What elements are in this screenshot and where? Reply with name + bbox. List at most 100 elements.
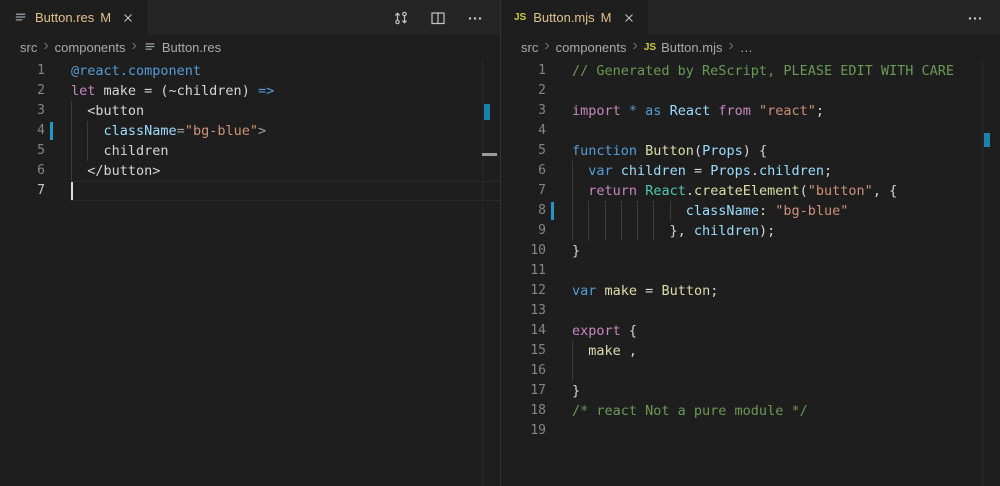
gutter xyxy=(546,361,572,381)
token: Button xyxy=(661,283,710,299)
line-number: 14 xyxy=(501,321,546,341)
code-line-2[interactable]: 2 xyxy=(501,81,1000,101)
line-number: 7 xyxy=(501,181,546,201)
token: children xyxy=(621,163,686,179)
token xyxy=(572,163,588,179)
compare-changes-icon[interactable] xyxy=(391,8,411,28)
token: className xyxy=(104,123,177,139)
tab-button-res[interactable]: Button.res M xyxy=(0,0,147,35)
code-line-6[interactable]: 6 </button> xyxy=(0,161,500,181)
code-editor-button-res[interactable]: 1@react.component2let make = (~children)… xyxy=(0,59,500,486)
gutter xyxy=(45,101,71,121)
code-line-1[interactable]: 1@react.component xyxy=(0,61,500,81)
line-content xyxy=(572,261,1000,281)
chevron-right-icon: › xyxy=(132,38,137,54)
line-number: 19 xyxy=(501,421,546,441)
gutter xyxy=(546,381,572,401)
code-line-16[interactable]: 16 xyxy=(501,361,1000,381)
code-line-10[interactable]: 10} xyxy=(501,241,1000,261)
git-modified-badge: M xyxy=(601,10,612,25)
token xyxy=(637,183,645,199)
breadcrumb-item-src[interactable]: src xyxy=(521,40,538,55)
token xyxy=(621,103,629,119)
token: : xyxy=(759,203,775,219)
code-line-2[interactable]: 2let make = (~children) => xyxy=(0,81,500,101)
token: React xyxy=(645,183,686,199)
token: ; xyxy=(824,163,832,179)
gutter xyxy=(45,81,71,101)
token: "bg-blue" xyxy=(775,203,848,219)
indent-guide xyxy=(637,201,638,221)
gutter xyxy=(546,81,572,101)
tab-label: Button.res xyxy=(35,10,94,25)
code-line-19[interactable]: 19 xyxy=(501,421,1000,441)
code-line-1[interactable]: 1// Generated by ReScript, PLEASE EDIT W… xyxy=(501,61,1000,81)
code-line-4[interactable]: 4 xyxy=(501,121,1000,141)
breadcrumb: src › components › Button.res xyxy=(0,35,500,59)
token: /* react Not a pure module */ xyxy=(572,403,808,419)
indent-guide xyxy=(87,141,88,161)
gutter xyxy=(45,141,71,161)
close-icon[interactable] xyxy=(619,8,639,28)
overview-ruler-border xyxy=(482,59,483,486)
breadcrumb-item-components[interactable]: components xyxy=(55,40,126,55)
gutter xyxy=(546,261,572,281)
line-number: 13 xyxy=(501,301,546,321)
token: return xyxy=(588,183,637,199)
gutter xyxy=(546,281,572,301)
code-line-14[interactable]: 14export { xyxy=(501,321,1000,341)
javascript-file-icon: JS xyxy=(514,12,526,23)
code-line-7[interactable]: 7 return React.createElement("button", { xyxy=(501,181,1000,201)
code-line-8[interactable]: 8 className: "bg-blue" xyxy=(501,201,1000,221)
breadcrumb-item-src[interactable]: src xyxy=(20,40,37,55)
token xyxy=(613,163,621,179)
chevron-right-icon: › xyxy=(43,38,48,54)
line-content: </button> xyxy=(71,161,500,181)
line-number: 2 xyxy=(0,81,45,101)
code-editor-button-mjs[interactable]: 1// Generated by ReScript, PLEASE EDIT W… xyxy=(501,59,1000,486)
breadcrumb-item-components[interactable]: components xyxy=(556,40,627,55)
token: children xyxy=(71,143,169,159)
code-line-5[interactable]: 5function Button(Props) { xyxy=(501,141,1000,161)
code-line-6[interactable]: 6 var children = Props.children; xyxy=(501,161,1000,181)
breadcrumb-file-label: Button.mjs xyxy=(661,40,722,55)
more-actions-icon[interactable] xyxy=(965,8,985,28)
line-number: 9 xyxy=(501,221,546,241)
code-line-11[interactable]: 11 xyxy=(501,261,1000,281)
more-actions-icon[interactable] xyxy=(465,8,485,28)
line-content: }, children); xyxy=(572,221,1000,241)
code-line-5[interactable]: 5 children xyxy=(0,141,500,161)
gutter xyxy=(546,221,572,241)
code-line-3[interactable]: 3 <button xyxy=(0,101,500,121)
gutter-modified-marker[interactable] xyxy=(551,202,554,220)
code-line-4[interactable]: 4 className="bg-blue"> xyxy=(0,121,500,141)
line-number: 16 xyxy=(501,361,546,381)
gutter-modified-marker[interactable] xyxy=(50,122,53,140)
gutter xyxy=(45,181,71,201)
indent-guide xyxy=(588,201,589,221)
breadcrumb-overflow[interactable]: … xyxy=(740,40,753,55)
split-editor-icon[interactable] xyxy=(428,8,448,28)
code-line-7[interactable]: 7 xyxy=(0,181,500,201)
token: * as xyxy=(629,103,662,119)
code-line-3[interactable]: 3import * as React from "react"; xyxy=(501,101,1000,121)
line-content: /* react Not a pure module */ xyxy=(572,401,1000,421)
code-line-17[interactable]: 17} xyxy=(501,381,1000,401)
token: <button xyxy=(71,103,144,119)
editor-workbench: Button.res M xyxy=(0,0,1000,486)
breadcrumb-item-file[interactable]: Button.res xyxy=(143,40,221,55)
code-line-13[interactable]: 13 xyxy=(501,301,1000,321)
line-content: } xyxy=(572,241,1000,261)
gutter xyxy=(546,421,572,441)
line-content: make , xyxy=(572,341,1000,361)
breadcrumb-item-file[interactable]: JS Button.mjs xyxy=(644,40,723,55)
code-line-18[interactable]: 18/* react Not a pure module */ xyxy=(501,401,1000,421)
close-icon[interactable] xyxy=(118,8,138,28)
tab-button-mjs[interactable]: JS Button.mjs M xyxy=(501,0,648,35)
code-line-15[interactable]: 15 make , xyxy=(501,341,1000,361)
indent-guide xyxy=(71,121,72,141)
token: </button> xyxy=(71,163,160,179)
code-line-9[interactable]: 9 }, children); xyxy=(501,221,1000,241)
code-line-12[interactable]: 12var make = Button; xyxy=(501,281,1000,301)
gutter xyxy=(546,241,572,261)
